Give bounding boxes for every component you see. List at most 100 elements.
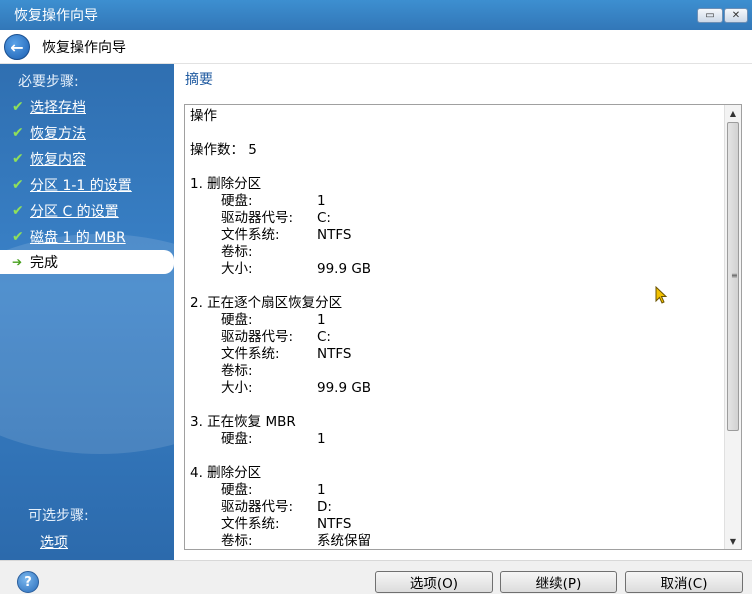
summary-heading: 操作 — [190, 108, 217, 124]
detail-key: 硬盘: — [221, 482, 253, 498]
step-label: 磁盘 1 的 MBR — [30, 230, 126, 246]
scroll-up-icon[interactable]: ▲ — [725, 105, 741, 121]
checkmark-icon: ✔ — [12, 229, 24, 245]
operation-title: 2. 正在逐个扇区恢复分区 — [190, 295, 343, 311]
close-icon: ✕ — [731, 10, 741, 21]
operation-title: 1. 删除分区 — [190, 176, 262, 192]
restore-button[interactable]: ▭ — [697, 8, 723, 23]
detail-row: 卷标: — [190, 363, 720, 380]
detail-row: 大小: 99.9 GB — [190, 380, 720, 397]
header-bar: ← 恢复操作向导 — [0, 30, 752, 64]
summary-title: 摘要 — [185, 72, 213, 88]
arrow-right-icon: ➔ — [12, 255, 23, 269]
detail-row: 文件系统: NTFS — [190, 516, 720, 533]
detail-key: 文件系统: — [221, 227, 280, 243]
detail-key: 大小: — [221, 380, 253, 396]
detail-row: 驱动器代号: D: — [190, 499, 720, 516]
checkmark-icon: ✔ — [12, 125, 24, 141]
window-title: 恢复操作向导 — [14, 8, 98, 24]
sidebar-step-recovery-method[interactable]: ✔ 恢复方法 — [0, 121, 174, 145]
sidebar-step-partition-c[interactable]: ✔ 分区 C 的设置 — [0, 199, 174, 223]
detail-value: 99.9 GB — [317, 380, 372, 396]
detail-row: 硬盘: 1 — [190, 193, 720, 210]
required-steps-label: 必要步骤: — [18, 74, 79, 90]
detail-row: 硬盘: 1 — [190, 312, 720, 329]
count-label: 操作数： — [190, 142, 244, 158]
detail-key: 卷标: — [221, 244, 253, 260]
step-label: 恢复方法 — [30, 126, 86, 142]
detail-value: NTFS — [317, 346, 352, 362]
detail-key: 文件系统: — [221, 516, 280, 532]
wizard-title: 恢复操作向导 — [42, 40, 126, 56]
sidebar-step-select-archive[interactable]: ✔ 选择存档 — [0, 95, 174, 119]
detail-key: 驱动器代号: — [221, 329, 294, 345]
grip-icon: ≡ — [731, 271, 738, 280]
close-button[interactable]: ✕ — [724, 8, 748, 23]
step-label: 分区 1-1 的设置 — [30, 178, 132, 194]
detail-value: C: — [317, 210, 331, 226]
footer-bar: ? 选项(O) 继续(P) 取消(C) — [0, 560, 752, 594]
detail-row: 硬盘: 1 — [190, 431, 720, 448]
operation-title: 4. 删除分区 — [190, 465, 262, 481]
detail-value: NTFS — [317, 516, 352, 532]
detail-value: 1 — [317, 482, 326, 498]
summary-box[interactable]: 操作 操作数： 5 1. 删除分区 硬盘: 1 驱动器代号: C: 文件系统: NTF… — [184, 104, 742, 550]
sidebar-step-disk-1-mbr[interactable]: ✔ 磁盘 1 的 MBR — [0, 225, 174, 249]
checkmark-icon: ✔ — [12, 203, 24, 219]
detail-value: 1 — [317, 312, 326, 328]
operation-count: 操作数： 5 — [190, 142, 720, 159]
sidebar-step-recovery-content[interactable]: ✔ 恢复内容 — [0, 147, 174, 171]
scroll-thumb[interactable]: ≡ — [727, 122, 739, 431]
summary-content: 操作 操作数： 5 1. 删除分区 硬盘: 1 驱动器代号: C: 文件系统: NTF… — [190, 108, 720, 549]
detail-key: 硬盘: — [221, 431, 253, 447]
scroll-down-icon[interactable]: ▼ — [725, 533, 741, 549]
detail-key: 驱动器代号: — [221, 210, 294, 226]
sidebar: 必要步骤: ✔ 选择存档 ✔ 恢复方法 ✔ 恢复内容 ✔ 分区 1-1 的设置 … — [0, 64, 174, 560]
detail-value: 99.9 GB — [317, 261, 372, 277]
mouse-cursor-icon — [655, 286, 668, 304]
checkmark-icon: ✔ — [12, 99, 24, 115]
detail-row: 驱动器代号: C: — [190, 210, 720, 227]
operation-title: 3. 正在恢复 MBR — [190, 414, 296, 430]
detail-row: 文件系统: NTFS — [190, 346, 720, 363]
detail-value: 系统保留 — [317, 533, 371, 549]
detail-row: 卷标: 系统保留 — [190, 533, 720, 549]
checkmark-icon: ✔ — [12, 151, 24, 167]
step-label: 恢复内容 — [30, 152, 86, 168]
options-link[interactable]: 选项 — [40, 532, 68, 552]
help-button[interactable]: ? — [17, 571, 39, 593]
detail-key: 卷标: — [221, 363, 253, 379]
detail-key: 卷标: — [221, 533, 253, 549]
detail-value: D: — [317, 499, 332, 515]
title-bar: 恢复操作向导 ▭ ✕ — [0, 0, 752, 30]
vertical-scrollbar[interactable]: ▲ ≡ ▼ — [724, 105, 741, 549]
step-label: 选择存档 — [30, 100, 86, 116]
help-icon: ? — [24, 574, 32, 590]
sidebar-step-partition-1-1[interactable]: ✔ 分区 1-1 的设置 — [0, 173, 174, 197]
detail-row: 驱动器代号: C: — [190, 329, 720, 346]
detail-key: 驱动器代号: — [221, 499, 294, 515]
sidebar-step-finish[interactable]: ➔ 完成 — [0, 250, 174, 274]
main-panel: 摘要 操作 操作数： 5 1. 删除分区 硬盘: 1 驱动器代号: C: 文件系统:… — [174, 64, 752, 560]
continue-button[interactable]: 继续(P) — [500, 571, 617, 593]
detail-key: 大小: — [221, 261, 253, 277]
detail-value: C: — [317, 329, 331, 345]
detail-value: 1 — [317, 431, 326, 447]
back-arrow-icon: ← — [10, 37, 24, 57]
count-value: 5 — [248, 142, 257, 158]
back-button[interactable]: ← — [4, 34, 30, 60]
optional-steps-label: 可选步骤: — [28, 508, 89, 524]
checkmark-icon: ✔ — [12, 177, 24, 193]
options-button[interactable]: 选项(O) — [375, 571, 493, 593]
step-label: 完成 — [30, 255, 58, 271]
detail-row: 大小: 99.9 GB — [190, 261, 720, 278]
detail-row: 硬盘: 1 — [190, 482, 720, 499]
detail-value: 1 — [317, 193, 326, 209]
detail-key: 硬盘: — [221, 193, 253, 209]
cancel-button[interactable]: 取消(C) — [625, 571, 743, 593]
detail-value: NTFS — [317, 227, 352, 243]
detail-key: 文件系统: — [221, 346, 280, 362]
restore-icon: ▭ — [705, 10, 715, 21]
detail-row: 文件系统: NTFS — [190, 227, 720, 244]
step-label: 分区 C 的设置 — [30, 204, 119, 220]
